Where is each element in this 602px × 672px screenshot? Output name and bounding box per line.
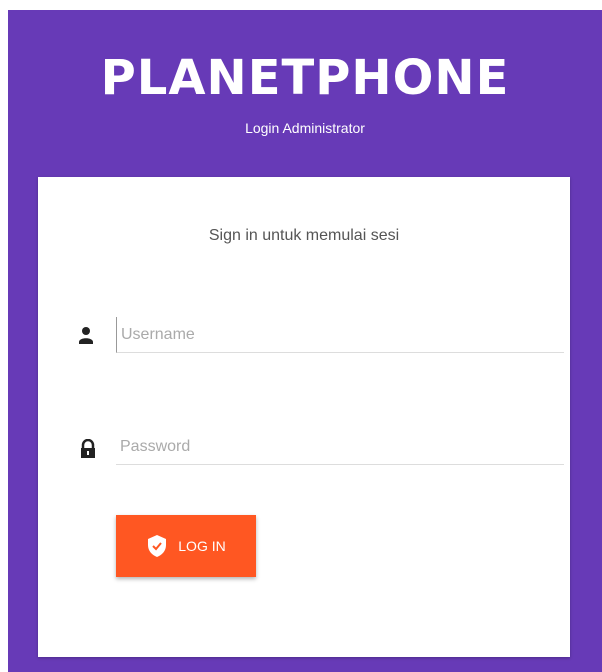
login-card: Sign in untuk memulai sesi LOG IN xyxy=(38,177,570,657)
password-input[interactable] xyxy=(116,429,564,465)
username-input[interactable] xyxy=(116,317,564,353)
lock-icon xyxy=(81,439,95,458)
login-page: PLANETPHONE Login Administrator Sign in … xyxy=(8,10,602,672)
page-subtitle: Login Administrator xyxy=(245,120,365,136)
person-icon xyxy=(79,327,93,344)
login-button[interactable]: LOG IN xyxy=(116,515,256,577)
login-button-label: LOG IN xyxy=(178,538,226,554)
shield-icon xyxy=(148,535,167,557)
brand-title: PLANETPHONE xyxy=(100,50,510,106)
login-message: Sign in untuk memulai sesi xyxy=(208,227,400,244)
